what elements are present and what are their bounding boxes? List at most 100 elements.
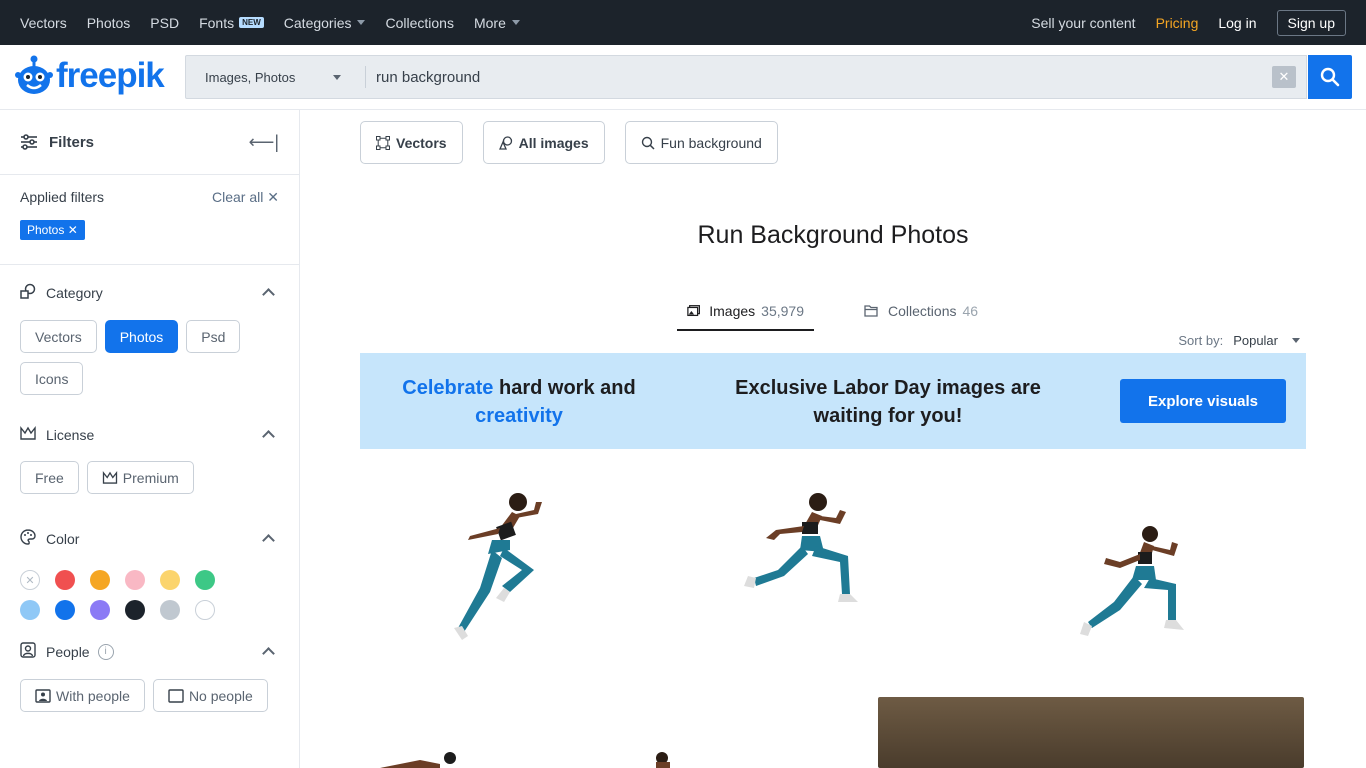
color-swatch[interactable] — [55, 570, 75, 590]
people-option-without[interactable]: No people — [152, 679, 268, 712]
tab-images[interactable]: Images 35,979 — [677, 303, 814, 331]
sort-label: Sort by: — [1178, 333, 1224, 348]
pricing-link[interactable]: Pricing — [1156, 15, 1199, 31]
license-option-premium[interactable]: Premium — [86, 461, 194, 494]
premium-label: Premium — [122, 469, 179, 486]
login-link[interactable]: Log in — [1218, 15, 1256, 31]
license-option-free[interactable]: Free — [20, 461, 79, 494]
collapse-sidebar-icon[interactable]: ⟵| — [249, 132, 279, 153]
people-option-with[interactable]: With people — [20, 679, 145, 712]
sort-control[interactable]: Sort by: Popular — [1178, 333, 1300, 348]
nav-photos[interactable]: Photos — [87, 15, 131, 31]
people-title: People — [46, 643, 90, 660]
chevron-up-icon — [262, 430, 275, 443]
sort-value: Popular — [1233, 333, 1278, 348]
related-vectors-label: Vectors — [396, 134, 447, 151]
nav-more-label: More — [473, 14, 506, 31]
color-swatch[interactable] — [160, 600, 180, 620]
no-people-label: No people — [188, 687, 253, 704]
top-nav-right: Sell your content Pricing Log in Sign up — [1011, 9, 1346, 36]
filters-sidebar: Filters ⟵| Applied filters Clear all ✕ P… — [0, 110, 300, 768]
related-fun-background-label: Fun background — [660, 134, 762, 151]
tab-collections[interactable]: Collections 46 — [854, 303, 988, 331]
filters-title: Filters — [49, 133, 95, 151]
clear-all-button[interactable]: Clear all ✕ — [212, 189, 279, 206]
result-thumbnail-wood[interactable] — [878, 697, 1304, 768]
nav-categories[interactable]: Categories — [284, 15, 366, 31]
license-section: License Free Premium — [0, 404, 299, 503]
search-icon — [1320, 67, 1340, 87]
person-icon — [35, 688, 51, 703]
category-section: Category Vectors Photos Psd Icons — [0, 265, 299, 404]
result-thumbnail-partial[interactable] — [380, 750, 470, 768]
person-icon — [20, 642, 36, 661]
sell-content-link[interactable]: Sell your content — [1031, 15, 1135, 31]
applied-filter-chip[interactable]: Photos ✕ — [20, 220, 85, 240]
color-swatch[interactable] — [90, 570, 110, 590]
empty-frame-icon — [168, 688, 184, 703]
related-fun-background[interactable]: Fun background — [624, 121, 778, 164]
color-swatch[interactable] — [55, 600, 75, 620]
color-swatch[interactable] — [125, 600, 145, 620]
related-searches: Vectors All images Fun background — [360, 121, 798, 164]
freepik-logo[interactable]: freepik — [14, 55, 165, 97]
chip-label: Photos — [27, 223, 65, 237]
nav-collections[interactable]: Collections — [385, 15, 453, 31]
color-swatch[interactable] — [195, 600, 215, 620]
banner-highlight-2: creativity — [475, 405, 563, 427]
signup-button[interactable]: Sign up — [1276, 9, 1346, 36]
search-icon — [641, 136, 655, 150]
color-swatch[interactable] — [160, 570, 180, 590]
search-input[interactable] — [366, 68, 1272, 86]
color-swatch-any[interactable]: ✕ — [20, 570, 40, 590]
crown-icon — [20, 426, 36, 443]
nav-fonts-label: Fonts — [199, 14, 235, 31]
logo-text: freepik — [56, 56, 165, 95]
color-swatch[interactable] — [20, 600, 40, 620]
nav-categories-label: Categories — [283, 14, 352, 31]
result-thumbnail[interactable] — [1070, 518, 1200, 668]
info-icon[interactable]: i — [97, 643, 114, 660]
chevron-down-icon — [357, 20, 366, 25]
main-content: Vectors All images Fun background Run Ba… — [300, 110, 1366, 768]
banner-headline: Celebrate hard work and creativity — [390, 374, 648, 430]
result-thumbnail[interactable] — [740, 490, 870, 610]
result-tabs: Images 35,979 Collections 46 — [677, 303, 988, 331]
result-thumbnail-partial[interactable] — [650, 750, 680, 768]
promo-banner: Celebrate hard work and creativity Exclu… — [360, 353, 1306, 449]
license-header[interactable]: License — [20, 426, 279, 443]
top-nav-left: Vectors Photos PSD Fonts NEW Categories C… — [20, 15, 540, 31]
close-icon[interactable]: ✕ — [1272, 66, 1296, 88]
crown-icon — [102, 471, 117, 484]
search-type-label: Images, Photos — [205, 69, 296, 85]
category-option-vectors[interactable]: Vectors — [20, 320, 97, 353]
related-all-images[interactable]: All images — [482, 121, 605, 164]
tab-images-label: Images — [709, 303, 756, 319]
related-vectors[interactable]: Vectors — [360, 121, 463, 164]
color-section: Color ✕ — [0, 503, 299, 630]
people-header[interactable]: People i — [20, 642, 279, 661]
chevron-up-icon — [262, 288, 275, 301]
color-swatch[interactable] — [125, 570, 145, 590]
color-swatch[interactable] — [90, 600, 110, 620]
tab-collections-label: Collections — [888, 303, 957, 319]
search-button[interactable] — [1308, 55, 1352, 99]
nav-fonts[interactable]: Fonts NEW — [199, 15, 264, 31]
explore-visuals-button[interactable]: Explore visuals — [1120, 379, 1286, 423]
close-icon: ✕ — [267, 189, 279, 205]
category-option-psd[interactable]: Psd — [186, 320, 241, 353]
people-section: People i With people No people — [0, 630, 299, 721]
nav-psd[interactable]: PSD — [150, 15, 179, 31]
tab-images-count: 35,979 — [761, 303, 804, 319]
color-header[interactable]: Color — [20, 529, 279, 548]
color-swatch[interactable] — [195, 570, 215, 590]
search-type-select[interactable]: Images, Photos — [186, 66, 366, 88]
category-option-icons[interactable]: Icons — [20, 362, 84, 395]
category-option-photos[interactable]: Photos — [104, 320, 179, 353]
top-navigation: Vectors Photos PSD Fonts NEW Categories C… — [0, 0, 1366, 45]
nav-more[interactable]: More — [474, 15, 520, 31]
banner-message: Exclusive Labor Day images are waiting f… — [735, 377, 1041, 427]
nav-vectors[interactable]: Vectors — [20, 15, 67, 31]
category-header[interactable]: Category — [20, 283, 279, 302]
result-thumbnail[interactable] — [440, 488, 550, 653]
